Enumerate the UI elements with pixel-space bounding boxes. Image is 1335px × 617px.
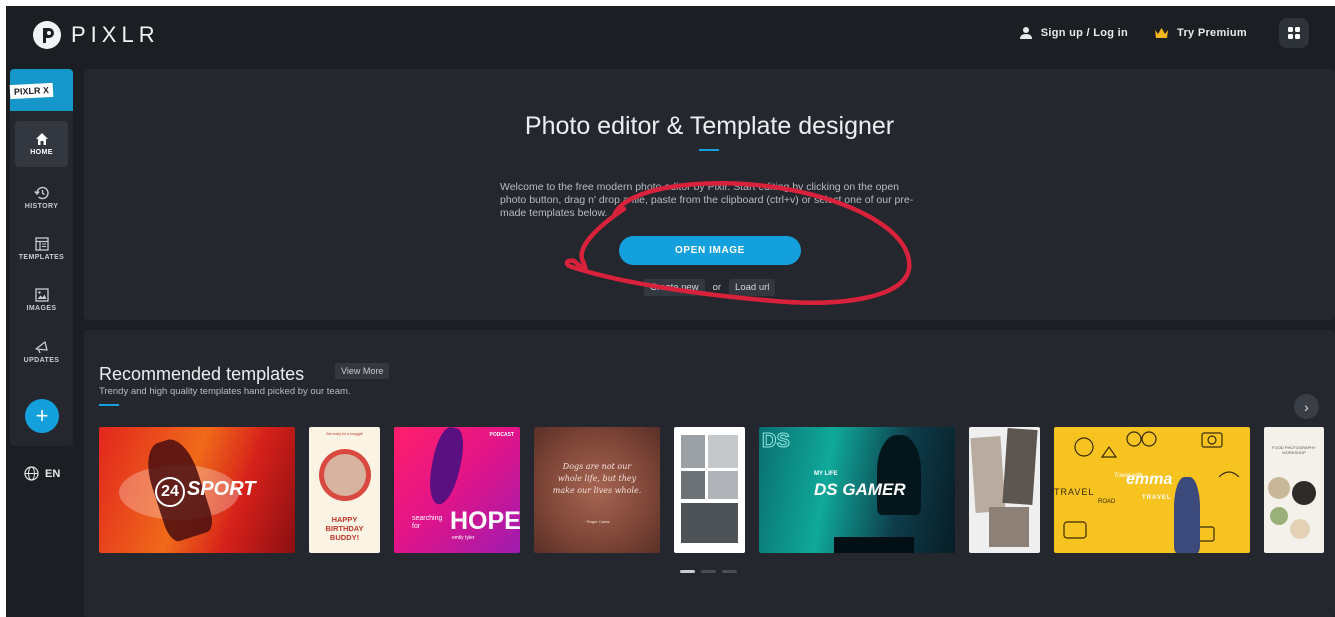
card-birthday-text: HAPPY BIRTHDAY BUDDY! [325,515,364,542]
add-button[interactable]: + [25,399,59,433]
card-hope-author: emily tyler [452,535,475,541]
templates-underline [99,404,119,406]
hero-description: Welcome to the free modern photo editor … [500,181,914,219]
template-card-collage[interactable] [674,427,745,553]
signup-login-link[interactable]: Sign up / Log in [1019,26,1128,40]
sidebar-item-label: IMAGES [26,305,57,312]
templates-title: Recommended templates [99,364,305,384]
hero-title: Photo editor & Template designer [524,112,895,140]
hero-secondary-actions: Create new or Load url [644,279,776,296]
card-gamer-mark: DS [762,430,791,453]
user-icon [1019,27,1032,39]
card-hope-big: HOPE [450,507,520,535]
carousel-next-button[interactable]: › [1294,394,1319,419]
top-actions: Sign up / Log in Try Premium [1019,18,1335,48]
logo-text: PIXLR [71,22,160,47]
card-food-text: FOOD PHOTOGRAPHY WORKSHOP [1272,445,1316,455]
globe-icon [24,466,39,481]
sidebar-item-label: HOME [30,149,53,156]
carousel-pagination [680,570,737,573]
templates-icon [34,237,49,251]
hero-title-underline [699,149,719,151]
app-window: PIXLR Sign up / Log in Try Premium PIXLR… [6,6,1335,617]
card-gamer-small: MY LIFE [814,471,838,477]
templates-panel: Recommended templates View More Trendy a… [84,330,1335,617]
sidebar-item-label: HISTORY [24,203,59,210]
sidebar-item-updates[interactable]: UPDATES [15,329,68,375]
card-travel-word: TRAVEL [1054,487,1095,497]
try-premium-label: Try Premium [1177,27,1247,39]
card-sport-label: SPORT [187,478,256,500]
card-hope-top: PODCAST [489,432,514,438]
card-travel-big: emma [1126,471,1173,488]
template-card-birthday[interactable]: Get ready for a snuggle! HAPPY BIRTHDAY … [309,427,380,553]
top-bar: PIXLR Sign up / Log in Try Premium [6,6,1335,64]
signup-login-label: Sign up / Log in [1040,27,1129,39]
card-gamer-big: DS GAMER [814,480,906,499]
sidebar-item-images[interactable]: IMAGES [15,277,68,323]
view-more-button[interactable]: View More [335,363,390,379]
language-selector[interactable]: EN [24,466,60,481]
template-card-sport[interactable]: 24 SPORT [99,427,295,553]
template-card-travel[interactable]: TRAVEL Travel with emma TRAVEL BLOG ROAD [1054,427,1250,553]
try-premium-link[interactable]: Try Premium [1154,27,1247,39]
templates-subtitle: Trendy and high quality templates hand p… [99,386,351,397]
megaphone-icon [34,341,48,354]
grid-icon [1288,27,1300,39]
card-quote-author: ~Roger Caras [584,519,610,524]
card-travel-road: ROAD [1098,499,1116,505]
sidebar: PIXLR X HOME HISTORY TEMPLATES IMAGES UP… [9,69,73,446]
carousel-dot[interactable] [722,570,737,573]
apps-grid-button[interactable] [1279,18,1309,48]
pixlr-logo[interactable]: PIXLR [32,20,160,50]
card-birthday-top: Get ready for a snuggle! [325,432,364,436]
sidebar-item-label: UPDATES [23,357,60,364]
crown-icon [1155,28,1169,38]
or-label: or [712,282,722,293]
template-card-food[interactable]: FOOD PHOTOGRAPHY WORKSHOP [1264,427,1324,553]
history-icon [34,186,49,200]
card-sport-24: 24 [155,477,185,507]
template-card-quote[interactable]: Dogs are not our whole life, but they ma… [534,427,660,553]
card-hope-small: searching for [412,515,443,530]
sidebar-item-label: TEMPLATES [18,254,65,261]
hero-panel: Photo editor & Template designer Welcome… [84,69,1335,320]
carousel-dot-active[interactable] [680,570,695,573]
home-icon [35,133,48,145]
template-card-film[interactable] [969,427,1040,553]
sidebar-item-history[interactable]: HISTORY [15,175,68,221]
template-card-hope[interactable]: PODCAST searching for HOPE emily tyler [394,427,520,553]
create-new-button[interactable]: Create new [644,279,705,296]
sidebar-item-home[interactable]: HOME [15,121,68,167]
images-icon [34,288,49,302]
load-url-button[interactable]: Load url [729,279,776,296]
pixlr-x-brand[interactable]: PIXLR X [9,69,73,111]
sidebar-item-templates[interactable]: TEMPLATES [15,226,68,272]
open-image-button[interactable]: OPEN IMAGE [619,236,801,265]
template-card-gamer[interactable]: DS MY LIFE DS GAMER [759,427,955,553]
language-label: EN [45,467,61,480]
card-quote-text: Dogs are not our whole life, but they ma… [552,462,642,495]
pixlr-logo-icon [33,21,61,49]
carousel-dot[interactable] [701,570,716,573]
pixlr-x-tag: PIXLR X [9,82,54,100]
